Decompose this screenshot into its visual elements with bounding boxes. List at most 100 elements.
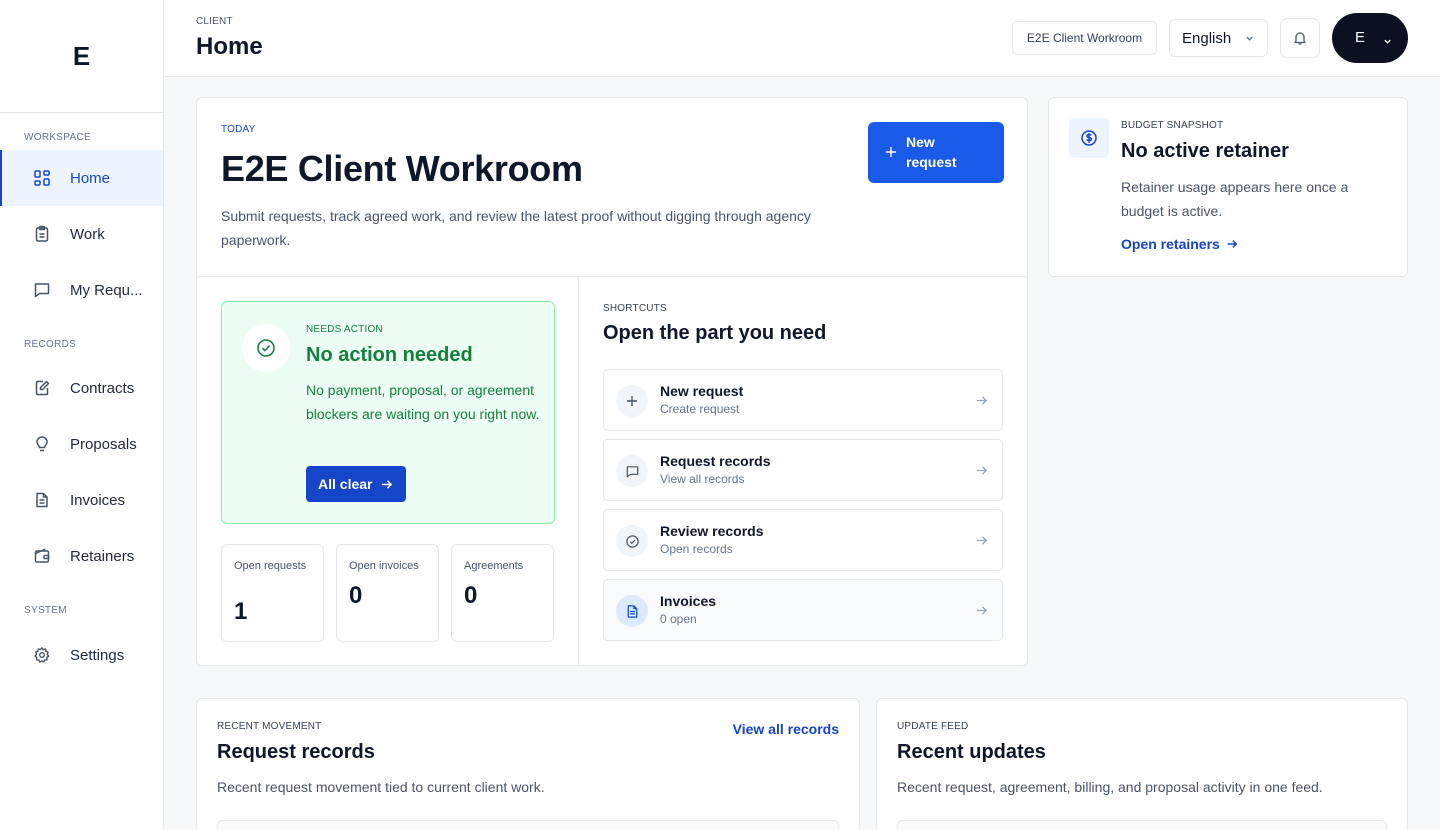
new-request-label: New request — [906, 134, 957, 170]
arrow-right-icon — [975, 394, 988, 407]
sidebar-item-label: Work — [70, 225, 105, 243]
sidebar-item-proposals[interactable]: Proposals — [0, 416, 163, 472]
arrow-right-icon — [975, 604, 988, 617]
records-body: Recent request movement tied to current … — [217, 779, 545, 795]
document-icon — [32, 490, 52, 510]
section-label-records: RECORDS — [24, 339, 77, 350]
workspace-chip[interactable]: E2E Client Workroom — [1012, 21, 1157, 55]
page-title: Home — [196, 33, 263, 60]
arrow-right-icon — [975, 464, 988, 477]
logo[interactable]: E — [0, 0, 163, 113]
clipboard-icon — [32, 224, 52, 244]
stat-value: 1 — [234, 598, 248, 625]
shortcut-title: Invoices — [660, 593, 717, 609]
gear-icon — [32, 645, 52, 665]
workspace-title: E2E Client Workroom — [221, 148, 583, 189]
new-request-button[interactable]: New request — [868, 122, 1004, 183]
open-retainers-label: Open retainers — [1121, 236, 1220, 252]
sidebar-item-label: Invoices — [70, 491, 126, 509]
bell-icon — [1292, 30, 1308, 46]
workspace-description: Submit requests, track agreed work, and … — [221, 208, 811, 248]
shortcut-subtitle: 0 open — [660, 612, 697, 626]
check-circle-icon — [616, 525, 648, 557]
request-records-card: RECENT MOVEMENT View all records Request… — [196, 698, 860, 830]
shortcut-title: Request records — [660, 453, 771, 469]
plus-icon — [884, 145, 898, 159]
updates-feed — [897, 820, 1387, 830]
needs-action-title: No action needed — [306, 344, 473, 366]
view-all-records-link[interactable]: View all records — [733, 721, 839, 737]
divider — [197, 276, 1027, 277]
sidebar: E WORKSPACE Home Work My Requ... RECORDS… — [0, 0, 164, 830]
stat-agreements[interactable]: Agreements 0 — [451, 544, 554, 642]
needs-action-eyebrow: NEEDS ACTION — [306, 324, 383, 335]
needs-action-body: No payment, proposal, or agreement block… — [306, 382, 540, 422]
wallet-icon — [32, 546, 52, 566]
updates-title: Recent updates — [897, 741, 1046, 763]
divider — [578, 277, 579, 665]
sidebar-item-label: Settings — [70, 646, 125, 664]
all-clear-button[interactable]: All clear — [306, 466, 406, 502]
sidebar-item-retainers[interactable]: Retainers — [0, 528, 163, 584]
chevron-down-icon — [1244, 33, 1255, 44]
shortcut-request-records[interactable]: Request records View all records — [603, 439, 1003, 501]
overview-card: TODAY E2E Client Workroom Submit request… — [196, 97, 1028, 666]
shortcut-new-request[interactable]: New request Create request — [603, 369, 1003, 431]
stat-open-invoices[interactable]: Open invoices 0 — [336, 544, 439, 642]
shortcuts-title: Open the part you need — [603, 322, 827, 344]
stat-label: Agreements — [464, 560, 524, 572]
language-value: English — [1182, 29, 1232, 47]
sidebar-item-label: Contracts — [70, 379, 135, 397]
sidebar-item-invoices[interactable]: Invoices — [0, 472, 163, 528]
budget-snapshot-card: BUDGET SNAPSHOT No active retainer Retai… — [1048, 97, 1408, 277]
document-icon — [616, 595, 648, 627]
records-eyebrow: RECENT MOVEMENT — [217, 721, 322, 732]
stat-value: 0 — [464, 582, 478, 609]
section-label-system: SYSTEM — [24, 605, 67, 616]
check-circle-icon — [242, 324, 290, 372]
pen-document-icon — [32, 378, 52, 398]
shortcut-subtitle: Open records — [660, 542, 733, 556]
sidebar-item-settings[interactable]: Settings — [0, 627, 163, 683]
section-label-workspace: WORKSPACE — [24, 132, 91, 143]
sidebar-item-my-requests[interactable]: My Requ... — [0, 262, 163, 318]
breadcrumb[interactable]: CLIENT — [196, 16, 233, 27]
budget-body: Retainer usage appears here once a budge… — [1121, 179, 1349, 219]
sidebar-item-label: Home — [70, 169, 111, 187]
shortcut-invoices[interactable]: Invoices 0 open — [603, 579, 1003, 641]
budget-title: No active retainer — [1121, 140, 1289, 162]
grid-icon — [32, 168, 52, 188]
arrow-right-icon — [975, 534, 988, 547]
arrow-right-icon — [372, 478, 393, 491]
recent-updates-card: UPDATE FEED Recent updates Recent reques… — [876, 698, 1408, 830]
stat-open-requests[interactable]: Open requests 1 — [221, 544, 324, 642]
stat-label: Open invoices — [349, 560, 419, 572]
updates-eyebrow: UPDATE FEED — [897, 721, 969, 732]
updates-body: Recent request, agreement, billing, and … — [897, 779, 1323, 795]
message-icon — [616, 455, 648, 487]
today-eyebrow: TODAY — [221, 124, 256, 135]
sidebar-item-home[interactable]: Home — [0, 150, 163, 206]
open-retainers-link[interactable]: Open retainers — [1121, 236, 1238, 252]
plus-icon — [616, 385, 648, 417]
shortcuts-eyebrow: SHORTCUTS — [603, 303, 667, 314]
sidebar-item-work[interactable]: Work — [0, 206, 163, 262]
stat-value: 0 — [349, 582, 363, 609]
needs-action-panel: NEEDS ACTION No action needed No payment… — [221, 301, 555, 524]
shortcut-title: New request — [660, 383, 744, 399]
sidebar-item-label: Proposals — [70, 435, 137, 453]
sidebar-item-label: My Requ... — [70, 281, 143, 299]
shortcut-subtitle: Create request — [660, 402, 740, 416]
dollar-circle-icon — [1069, 118, 1109, 158]
shortcut-review-records[interactable]: Review records Open records — [603, 509, 1003, 571]
user-menu-button[interactable]: E — [1332, 13, 1408, 63]
top-header: CLIENT Home E2E Client Workroom English … — [164, 0, 1440, 77]
sidebar-item-contracts[interactable]: Contracts — [0, 360, 163, 416]
chevron-down-icon — [1383, 37, 1392, 46]
language-select[interactable]: English — [1169, 19, 1268, 57]
lightbulb-icon — [32, 434, 52, 454]
sidebar-item-label: Retainers — [70, 547, 135, 565]
avatar-initial: E — [1355, 29, 1366, 46]
message-icon — [32, 280, 52, 300]
notifications-button[interactable] — [1280, 18, 1320, 58]
